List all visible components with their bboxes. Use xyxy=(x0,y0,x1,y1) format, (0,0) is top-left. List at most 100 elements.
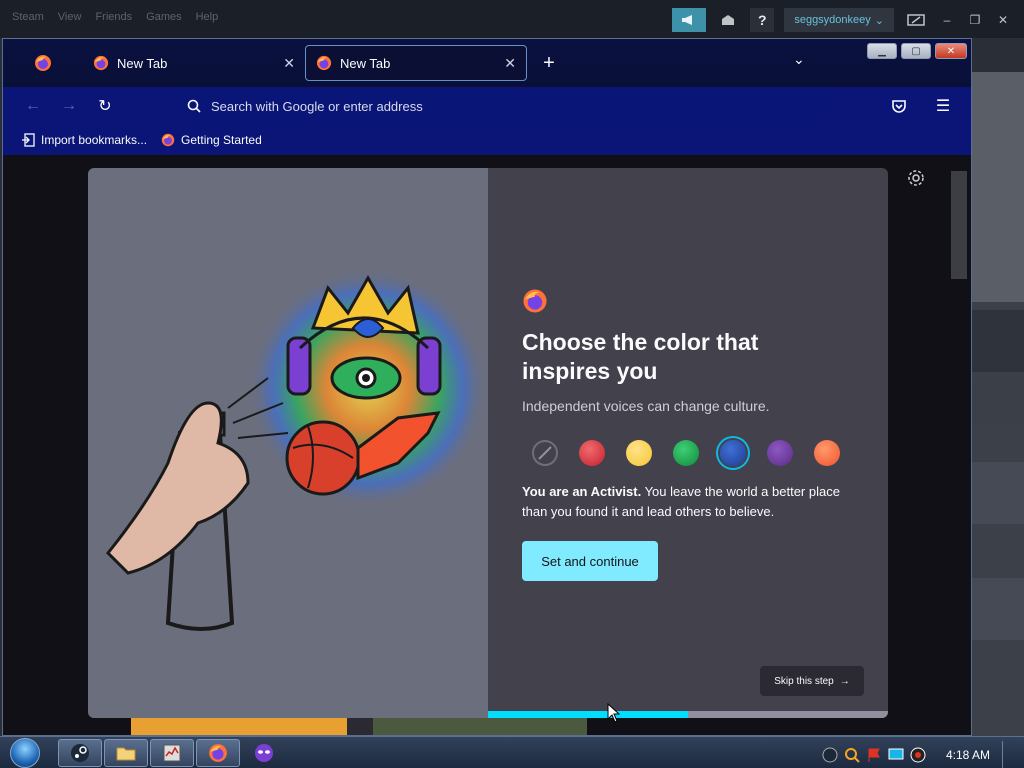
bookmark-import[interactable]: Import bookmarks... xyxy=(21,133,147,147)
record-icon[interactable] xyxy=(910,747,926,763)
new-tab-button[interactable]: + xyxy=(529,45,569,81)
start-button[interactable] xyxy=(2,737,48,768)
show-desktop-button[interactable] xyxy=(1002,741,1016,768)
envelope-icon xyxy=(722,15,735,25)
reload-icon: ↻ xyxy=(98,98,112,115)
display-icon[interactable] xyxy=(888,747,904,763)
tab-title: New Tab xyxy=(117,55,168,71)
maximize-button[interactable]: ▢ xyxy=(901,43,931,59)
steam-icon xyxy=(71,744,89,762)
steam-menu-help[interactable]: Help xyxy=(196,11,219,23)
onboarding-card: Choose the color that inspires you Indep… xyxy=(88,168,888,718)
announcement-button[interactable] xyxy=(672,8,707,32)
settings-gear-icon[interactable] xyxy=(907,169,925,187)
steam-menu-view[interactable]: View xyxy=(58,11,82,23)
onboarding-subtitle: Independent voices can change culture. xyxy=(522,398,770,414)
clock[interactable]: 4:18 AM xyxy=(946,748,990,762)
minimize-button[interactable]: ▁ xyxy=(867,43,897,59)
close-tab-icon[interactable]: ✕ xyxy=(504,55,516,72)
window-controls: ▁ ▢ ✕ xyxy=(867,43,967,59)
spray-can-illustration xyxy=(105,268,488,631)
background-block xyxy=(972,378,1024,426)
restore-icon[interactable]: ❐ xyxy=(966,13,984,27)
color-swatch-none[interactable] xyxy=(532,440,558,466)
taskbar-file-explorer[interactable] xyxy=(104,739,148,767)
color-swatch-group xyxy=(532,440,840,466)
steam-tray-icon[interactable] xyxy=(822,747,838,763)
chevron-down-icon: ⌄ xyxy=(874,14,884,27)
onboarding-description: You are an Activist. You leave the world… xyxy=(522,482,862,522)
close-window-button[interactable]: ✕ xyxy=(935,43,967,59)
tab-new-tab-2[interactable]: New Tab ✕ xyxy=(305,45,527,81)
close-icon[interactable]: ✕ xyxy=(994,13,1012,27)
bookmark-label: Import bookmarks... xyxy=(41,133,148,147)
steam-background-panel xyxy=(972,72,1024,736)
pocket-icon xyxy=(892,100,906,113)
reload-button[interactable]: ↻ xyxy=(87,90,123,122)
onboarding-progress-bar xyxy=(488,711,888,718)
onboarding-content-panel: Choose the color that inspires you Indep… xyxy=(488,168,888,718)
firefox-icon xyxy=(316,55,332,71)
search-tray-icon[interactable] xyxy=(844,747,860,763)
scrollbar-thumb[interactable] xyxy=(951,171,967,279)
taskbar-firefox[interactable] xyxy=(196,739,240,767)
color-swatch-orange[interactable] xyxy=(814,440,840,466)
bookmark-getting-started[interactable]: Getting Started xyxy=(161,133,262,147)
pinned-tab[interactable] xyxy=(3,45,83,81)
url-bar[interactable] xyxy=(179,91,829,121)
color-swatch-purple[interactable] xyxy=(767,440,793,466)
color-swatch-red[interactable] xyxy=(579,440,605,466)
forward-button[interactable]: → xyxy=(51,90,87,122)
steam-title-bar: Steam View Friends Games Help ? seggsydo… xyxy=(0,0,1024,38)
close-tab-icon[interactable]: ✕ xyxy=(283,55,295,72)
onboarding-title: Choose the color that inspires you xyxy=(522,329,759,384)
color-swatch-green[interactable] xyxy=(673,440,699,466)
bookmarks-toolbar: Import bookmarks... Getting Started xyxy=(3,125,971,155)
notifications-button[interactable] xyxy=(716,8,740,32)
url-input[interactable] xyxy=(211,98,771,114)
firefox-icon xyxy=(161,133,175,147)
color-swatch-blue[interactable] xyxy=(720,440,746,466)
progress-fill xyxy=(488,711,688,718)
background-image xyxy=(972,72,1024,302)
tab-new-tab-1[interactable]: New Tab ✕ xyxy=(83,45,305,81)
arrow-right-icon: → xyxy=(839,675,850,687)
firefox-icon xyxy=(209,744,227,762)
taskbar-task-manager[interactable] xyxy=(150,739,194,767)
steam-menu-games[interactable]: Games xyxy=(146,11,181,23)
help-button[interactable]: ? xyxy=(750,8,775,32)
steam-menu-friends[interactable]: Friends xyxy=(95,11,132,23)
folder-icon xyxy=(116,747,136,761)
back-button[interactable]: ← xyxy=(15,90,51,122)
taskbar-steam[interactable] xyxy=(58,739,102,767)
user-menu-button[interactable]: seggsydonkeey ⌄ xyxy=(784,8,894,32)
no-color-icon xyxy=(538,446,552,460)
username: seggsydonkeey xyxy=(794,14,871,26)
steam-menu-steam[interactable]: Steam xyxy=(12,11,44,23)
flag-icon[interactable] xyxy=(866,747,882,763)
bookmark-label: Getting Started xyxy=(181,133,262,147)
taskbar-mask-app[interactable] xyxy=(242,739,286,767)
skip-step-button[interactable]: Skip this step → xyxy=(760,666,864,696)
mask-icon xyxy=(255,744,273,762)
skip-label: Skip this step xyxy=(774,675,834,687)
big-picture-button[interactable] xyxy=(904,8,928,32)
minimize-icon[interactable]: – xyxy=(938,13,956,27)
background-tile xyxy=(131,718,347,735)
app-menu-button[interactable]: ☰ xyxy=(925,90,961,122)
background-tile xyxy=(347,718,373,735)
set-and-continue-button[interactable]: Set and continue xyxy=(522,541,658,581)
tab-title: New Tab xyxy=(340,55,391,71)
page-content: Choose the color that inspires you Indep… xyxy=(3,155,971,735)
list-all-tabs-button[interactable]: ⌄ xyxy=(793,51,805,68)
arrow-right-icon: → xyxy=(61,97,77,114)
windows-taskbar: 4:18 AM xyxy=(0,736,1024,768)
help-label: ? xyxy=(758,12,767,28)
pocket-button[interactable] xyxy=(881,90,917,122)
windows-logo-icon xyxy=(10,738,40,768)
background-block xyxy=(972,310,1024,372)
hamburger-icon: ☰ xyxy=(935,98,951,115)
color-swatch-yellow[interactable] xyxy=(626,440,652,466)
page-scrollbar[interactable] xyxy=(951,155,967,735)
background-tile xyxy=(373,718,587,735)
